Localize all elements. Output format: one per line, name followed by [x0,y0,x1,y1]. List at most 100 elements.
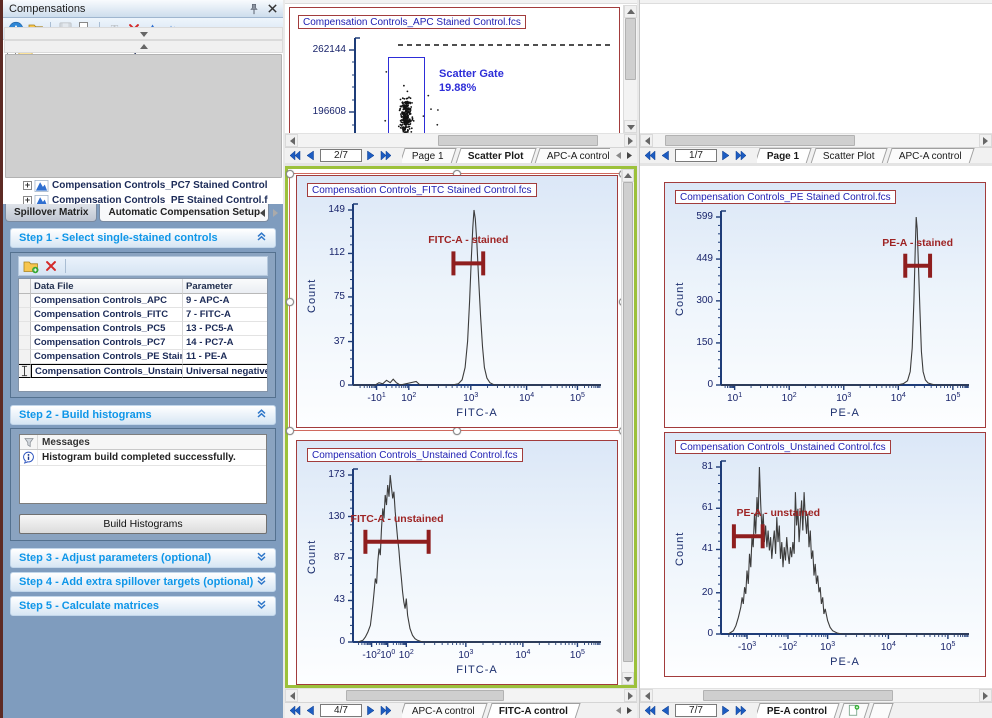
scatter-gate-rectangle[interactable] [388,57,425,133]
data-file-cell[interactable]: Compensation Controls_FITC [31,308,183,322]
expand-icon[interactable]: + [23,196,32,204]
build-histograms-button[interactable]: Build Histograms [19,514,267,534]
selection-handle[interactable] [286,298,294,306]
scroll-down-icon[interactable] [624,120,637,133]
last-page-button[interactable] [734,704,748,717]
last-page-button[interactable] [379,704,393,717]
horizontal-scrollbar[interactable] [285,688,637,702]
first-page-button[interactable] [643,704,657,717]
scroll-thumb[interactable] [703,690,893,701]
selection-handle[interactable] [286,170,294,178]
pin-icon[interactable] [247,2,261,16]
prev-page-button[interactable] [658,149,672,162]
vertical-scrollbar[interactable] [621,169,634,685]
data-file-cell[interactable]: Compensation Controls_PE Stained [31,350,183,364]
new-page-tab[interactable] [839,703,870,718]
pe-unstained-plot-panel[interactable]: Compensation Controls_Unstained Control.… [664,432,986,677]
selection-handle[interactable] [453,427,461,435]
parameter-cell[interactable]: 13 - PC5-A [183,322,268,336]
prev-page-button[interactable] [303,704,317,717]
data-file-cell[interactable]: Compensation Controls_PC5 [31,322,183,336]
gate-label[interactable]: Scatter Gate19.88% [439,67,504,95]
scroll-up-icon[interactable] [622,169,634,182]
page-tab[interactable]: APC-A control [402,703,487,718]
last-page-button[interactable] [734,149,748,162]
scroll-right-icon[interactable] [624,134,637,147]
remove-control-icon[interactable] [42,257,60,275]
table-row[interactable]: Compensation Controls_PC714 - PC7-A [19,336,267,350]
step4-header[interactable]: Step 4 - Add extra spillover targets (op… [10,572,276,592]
gate-label[interactable]: FITC-A - unstained [351,513,444,525]
horizontal-scrollbar[interactable] [640,688,992,702]
parameter-cell[interactable]: 14 - PC7-A [183,336,268,350]
page-tab[interactable]: FITC-A control [486,703,580,718]
table-row[interactable]: Compensation Controls_PE Stained11 - PE-… [19,350,267,364]
scatter-plot-panel[interactable]: Compensation Controls_APC Stained Contro… [289,7,620,133]
horizontal-scrollbar[interactable] [285,133,637,147]
page-indicator[interactable]: 2/7 [320,149,362,162]
column-header[interactable]: Data File [31,279,183,294]
page-tab[interactable]: Page 1 [757,148,812,164]
filter-funnel-icon[interactable] [20,435,38,449]
page-tab[interactable]: APC-A control [886,148,974,164]
expand-icon[interactable] [256,599,267,613]
page-indicator[interactable]: 4/7 [320,704,362,717]
data-file-cell[interactable]: Compensation Controls_PC7 [31,336,183,350]
scroll-left-icon[interactable] [640,134,653,147]
scroll-left-icon[interactable] [640,689,653,702]
tab-scroll-left-icon[interactable] [612,150,623,162]
close-icon[interactable] [265,2,279,16]
scroll-up-icon[interactable] [624,5,637,18]
tab-automatic-compensation-setup[interactable]: Automatic Compensation Setup [99,204,269,222]
tree-item[interactable]: +Compensation Controls_PE Stained Contro… [3,193,268,204]
table-row[interactable]: Compensation Controls_UnstainedUniversal… [19,364,267,378]
horizontal-scrollbar[interactable] [640,133,992,147]
step1-header[interactable]: Step 1 - Select single-stained controls [10,228,276,248]
page-indicator[interactable]: 1/7 [675,149,717,162]
page-tab[interactable]: Page 1 [402,148,456,164]
tree-item[interactable]: +Compensation Controls_PC7 Stained Contr… [3,178,268,193]
next-page-button[interactable] [719,704,733,717]
scroll-right-icon[interactable] [979,134,992,147]
page-indicator[interactable]: 7/7 [675,704,717,717]
scroll-left-icon[interactable] [285,689,298,702]
pe-stained-plot-panel[interactable]: Compensation Controls_PE Stained Control… [664,182,986,428]
data-file-cell[interactable]: Compensation Controls_Unstained [31,364,183,378]
next-page-button[interactable] [364,704,378,717]
tab-scroll-right-icon[interactable] [624,150,635,162]
tab-spillover-matrix[interactable]: Spillover Matrix [5,204,97,222]
step5-header[interactable]: Step 5 - Calculate matrices [10,596,276,616]
scroll-track[interactable] [653,134,979,147]
next-page-button[interactable] [719,149,733,162]
expand-icon[interactable] [256,551,267,565]
scroll-up-icon[interactable] [4,40,283,53]
scroll-track[interactable] [298,689,624,702]
page-tab[interactable]: APC-A control [535,148,610,164]
gate-label[interactable]: PE-A - stained [882,237,953,249]
table-row[interactable]: Compensation Controls_PC513 - PC5-A [19,322,267,336]
parameter-cell[interactable]: 9 - APC-A [183,294,268,308]
table-row[interactable]: Compensation Controls_FITC7 - FITC-A [19,308,267,322]
first-page-button[interactable] [288,149,302,162]
column-header[interactable]: Parameter [183,279,268,294]
tab-scroll-right-icon[interactable] [269,206,281,219]
tab-scroll-left-icon[interactable] [256,206,268,219]
scroll-track[interactable] [653,689,979,702]
collapse-icon[interactable] [256,408,267,422]
tab-scroll-right-icon[interactable] [624,705,635,717]
scroll-left-icon[interactable] [285,134,298,147]
scroll-thumb[interactable] [438,135,598,146]
selection-handle[interactable] [286,427,294,435]
controls-table[interactable]: Data FileParameterCompensation Controls_… [18,278,268,392]
fitc-unstained-plot-panel[interactable]: Compensation Controls_Unstained Control.… [296,440,618,685]
parameter-cell[interactable]: Universal negative [183,364,268,378]
scroll-right-icon[interactable] [624,689,637,702]
prev-page-button[interactable] [303,149,317,162]
fitc-stained-plot-panel[interactable]: Compensation Controls_FITC Stained Contr… [296,175,618,428]
gate-label[interactable]: FITC-A - stained [428,234,508,246]
scroll-thumb[interactable] [5,54,282,178]
scroll-track[interactable] [298,134,624,147]
gate-label[interactable]: PE-A - unstained [736,507,820,519]
gate-marker[interactable] [734,524,763,548]
first-page-button[interactable] [643,149,657,162]
